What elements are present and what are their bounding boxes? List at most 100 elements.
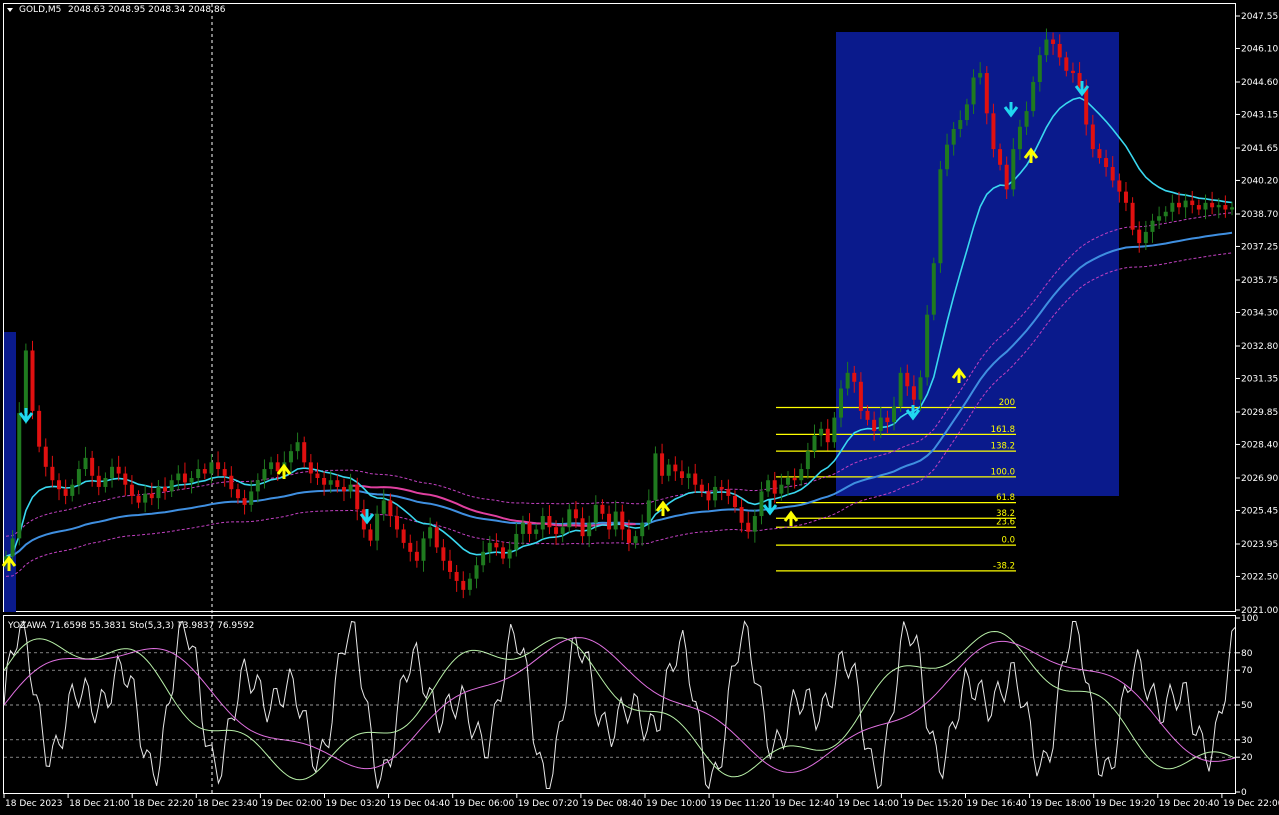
candle-body — [17, 413, 22, 539]
candle-body — [216, 462, 221, 470]
candle-body — [30, 350, 35, 411]
candle-body — [454, 571, 459, 581]
candle-body — [772, 480, 777, 494]
candle-body — [461, 580, 466, 590]
candle-body — [169, 480, 174, 492]
candle-body — [732, 495, 737, 508]
price-tick-label: 2025.45 — [1241, 506, 1278, 516]
candle-body — [693, 473, 698, 485]
candle-body — [1163, 211, 1168, 217]
price-tick-label: 2032.80 — [1241, 342, 1278, 352]
candle-body — [156, 486, 161, 499]
candle-body — [83, 457, 88, 470]
time-tick-label: 18 Dec 2023 — [5, 799, 63, 809]
osc-tick-label: 70 — [1241, 666, 1253, 676]
chevron-down-icon[interactable] — [7, 8, 13, 12]
candle-body — [202, 469, 207, 474]
price-tick-label: 2038.70 — [1241, 210, 1278, 220]
time-tick-label: 19 Dec 16:40 — [967, 799, 1028, 809]
candle-body — [1017, 126, 1022, 150]
price-tick-label: 2047.55 — [1241, 12, 1278, 22]
candle-body — [534, 529, 539, 534]
candle-body — [660, 453, 665, 476]
candle-body — [315, 473, 320, 478]
candle-body — [945, 144, 950, 170]
candle-body — [527, 522, 532, 534]
osc-tick-label: 20 — [1241, 753, 1253, 763]
candle-body — [885, 417, 890, 423]
fib-level-label: 61.8 — [996, 493, 1015, 503]
fib-level-label: 23.6 — [996, 518, 1015, 528]
candle-body — [189, 478, 194, 483]
candle-body — [1210, 202, 1215, 208]
candle-body — [1196, 205, 1201, 210]
candle-body — [394, 516, 399, 530]
candle-body — [839, 388, 844, 418]
candle-body — [925, 314, 930, 378]
time-tick-label: 19 Dec 15:20 — [902, 799, 963, 809]
candle-body — [96, 475, 101, 487]
candle-body — [474, 565, 479, 579]
candle-body — [1004, 164, 1009, 190]
candle-body — [872, 419, 877, 432]
price-tick-label: 2022.50 — [1241, 572, 1278, 582]
candle-body — [37, 410, 42, 447]
candle-body — [746, 522, 751, 532]
candle-body — [242, 498, 247, 505]
time-tick-label: 19 Dec 06:00 — [454, 799, 515, 809]
candle-body — [1216, 205, 1221, 208]
time-tick-label: 19 Dec 04:40 — [390, 799, 451, 809]
candle-body — [368, 529, 373, 541]
candle-body — [1064, 57, 1069, 71]
candle-body — [845, 372, 850, 389]
time-tick-label: 19 Dec 19:20 — [1095, 799, 1156, 809]
candle-body — [1170, 202, 1175, 212]
chart-header[interactable]: GOLD,M5 2048.63 2048.95 2048.34 2048.86 — [7, 5, 226, 15]
candle-body — [1157, 216, 1162, 221]
candle-body — [401, 529, 406, 543]
candle-body — [295, 442, 300, 452]
price-tick-label: 2037.25 — [1241, 242, 1278, 252]
candle-body — [673, 464, 678, 472]
candle-body — [898, 372, 903, 407]
candle-body — [666, 464, 671, 476]
candle-body — [865, 410, 870, 420]
candle-body — [222, 469, 227, 476]
candle-body — [567, 509, 572, 528]
candle-body — [633, 536, 638, 543]
candle-body — [679, 471, 684, 478]
buy-arrow-icon — [783, 510, 799, 526]
candle-body — [892, 406, 897, 423]
candle-body — [501, 547, 506, 559]
candle-body — [858, 381, 863, 411]
fib-level-label: 161.8 — [991, 425, 1015, 435]
buy-arrow-icon — [276, 463, 292, 479]
time-tick-label: 18 Dec 21:00 — [69, 799, 130, 809]
candle-body — [487, 542, 492, 552]
arrow-up-shape — [783, 510, 799, 526]
chart-canvas[interactable]: 200161.8138.2100.061.838.223.60.0-38.2 2… — [0, 0, 1279, 811]
candle-body — [978, 73, 983, 78]
candle-body — [123, 473, 128, 485]
arrow-up-shape — [276, 463, 292, 479]
candle-body — [1137, 229, 1142, 244]
price-chart-window[interactable]: 200 161.8 138.2 100.0 61.8 38.2 23.6 0.0 -38.2 2… — [0, 0, 1279, 811]
candle-body — [381, 500, 386, 514]
candle-body — [593, 504, 598, 523]
price-tick-label: 2035.75 — [1241, 276, 1278, 286]
candle-body — [1143, 231, 1148, 244]
candle-body — [335, 480, 340, 487]
candle-body — [1223, 205, 1228, 210]
candle-body — [1183, 200, 1188, 208]
price-tick-label: 2023.95 — [1241, 540, 1278, 550]
time-tick-label: 18 Dec 22:20 — [133, 799, 194, 809]
price-tick-label: 2041.65 — [1241, 144, 1278, 154]
candle-body — [600, 504, 605, 514]
fib-level-label: 200 — [999, 398, 1015, 408]
candle-body — [63, 489, 68, 496]
candle-body — [646, 500, 651, 523]
time-tick-label: 19 Dec 03:20 — [326, 799, 387, 809]
candle-body — [1037, 55, 1042, 82]
candle-body — [328, 480, 333, 485]
price-tick-label: 2044.60 — [1241, 78, 1278, 88]
